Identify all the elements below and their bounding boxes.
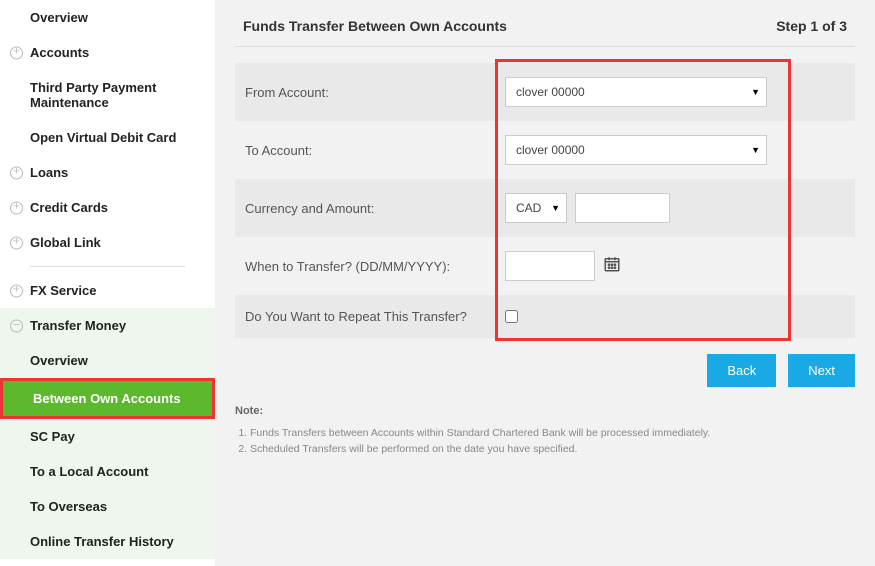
- sidebar-item-third-party[interactable]: Third Party Payment Maintenance: [0, 70, 215, 120]
- notes-section: Note: Funds Transfers between Accounts w…: [235, 405, 855, 455]
- chevron-down-icon: ▼: [751, 78, 760, 106]
- to-account-label: To Account:: [245, 143, 505, 158]
- sidebar-item-transfer-money[interactable]: – Transfer Money: [0, 308, 215, 343]
- calendar-icon[interactable]: [603, 255, 621, 278]
- date-input[interactable]: [505, 251, 595, 281]
- repeat-checkbox[interactable]: [505, 310, 518, 323]
- sidebar-item-label: Between Own Accounts: [33, 391, 181, 406]
- sidebar-item-label: Accounts: [30, 45, 89, 60]
- sidebar-item-overview[interactable]: Overview: [0, 0, 215, 35]
- minus-icon: –: [10, 319, 23, 332]
- sidebar-item-label: Loans: [30, 165, 68, 180]
- back-button[interactable]: Back: [707, 354, 776, 387]
- sidebar-subitem-local-account[interactable]: To a Local Account: [0, 454, 215, 489]
- sidebar: Overview + Accounts Third Party Payment …: [0, 0, 215, 566]
- chevron-down-icon: ▼: [551, 194, 560, 222]
- sidebar-subitem-sc-pay[interactable]: SC Pay: [0, 419, 215, 454]
- from-account-label: From Account:: [245, 85, 505, 100]
- form-area: From Account: clover 00000 ▼ To Account:…: [235, 63, 855, 338]
- sidebar-subitem-overview[interactable]: Overview: [0, 343, 215, 378]
- sidebar-item-label: Online Transfer History: [30, 534, 174, 549]
- plus-icon: +: [10, 236, 23, 249]
- sidebar-item-label: Open Virtual Debit Card: [30, 130, 176, 145]
- sidebar-item-label: To a Local Account: [30, 464, 148, 479]
- repeat-label: Do You Want to Repeat This Transfer?: [245, 309, 505, 324]
- sidebar-transfer-money-section: – Transfer Money Overview Between Own Ac…: [0, 308, 215, 559]
- chevron-down-icon: ▼: [751, 136, 760, 164]
- note-item: Funds Transfers between Accounts within …: [250, 427, 855, 439]
- sidebar-item-label: Third Party Payment Maintenance: [30, 80, 156, 110]
- divider: [30, 266, 185, 267]
- sidebar-item-label: FX Service: [30, 283, 97, 298]
- select-value: clover 00000: [516, 143, 585, 157]
- sidebar-subitem-transfer-history[interactable]: Online Transfer History: [0, 524, 215, 559]
- sidebar-item-label: Global Link: [30, 235, 101, 250]
- plus-icon: +: [10, 46, 23, 59]
- to-account-select[interactable]: clover 00000 ▼: [505, 135, 767, 165]
- notes-title: Note:: [235, 405, 855, 417]
- plus-icon: +: [10, 284, 23, 297]
- amount-input[interactable]: [575, 193, 670, 223]
- when-label: When to Transfer? (DD/MM/YYYY):: [245, 259, 505, 274]
- select-value: clover 00000: [516, 85, 585, 99]
- sidebar-item-open-virtual[interactable]: Open Virtual Debit Card: [0, 120, 215, 155]
- step-indicator: Step 1 of 3: [776, 18, 847, 34]
- sidebar-item-loans[interactable]: + Loans: [0, 155, 215, 190]
- sidebar-item-fx-service[interactable]: + FX Service: [0, 273, 215, 308]
- sidebar-item-credit-cards[interactable]: + Credit Cards: [0, 190, 215, 225]
- sidebar-item-label: Credit Cards: [30, 200, 108, 215]
- currency-select[interactable]: CAD ▼: [505, 193, 567, 223]
- sidebar-item-label: Overview: [30, 353, 88, 368]
- page-title: Funds Transfer Between Own Accounts: [243, 18, 507, 34]
- sidebar-item-label: SC Pay: [30, 429, 75, 444]
- sidebar-item-accounts[interactable]: + Accounts: [0, 35, 215, 70]
- plus-icon: +: [10, 201, 23, 214]
- next-button[interactable]: Next: [788, 354, 855, 387]
- page-header: Funds Transfer Between Own Accounts Step…: [235, 18, 855, 47]
- sidebar-item-label: To Overseas: [30, 499, 107, 514]
- sidebar-subitem-between-own-accounts[interactable]: Between Own Accounts: [0, 378, 215, 419]
- plus-icon: +: [10, 166, 23, 179]
- sidebar-item-global-link[interactable]: + Global Link: [0, 225, 215, 260]
- from-account-select[interactable]: clover 00000 ▼: [505, 77, 767, 107]
- sidebar-item-label: Transfer Money: [30, 318, 126, 333]
- select-value: CAD: [516, 201, 541, 215]
- sidebar-item-label: Overview: [30, 10, 88, 25]
- sidebar-subitem-overseas[interactable]: To Overseas: [0, 489, 215, 524]
- note-item: Scheduled Transfers will be performed on…: [250, 443, 855, 455]
- currency-amount-label: Currency and Amount:: [245, 201, 505, 216]
- main-content: Funds Transfer Between Own Accounts Step…: [215, 0, 875, 566]
